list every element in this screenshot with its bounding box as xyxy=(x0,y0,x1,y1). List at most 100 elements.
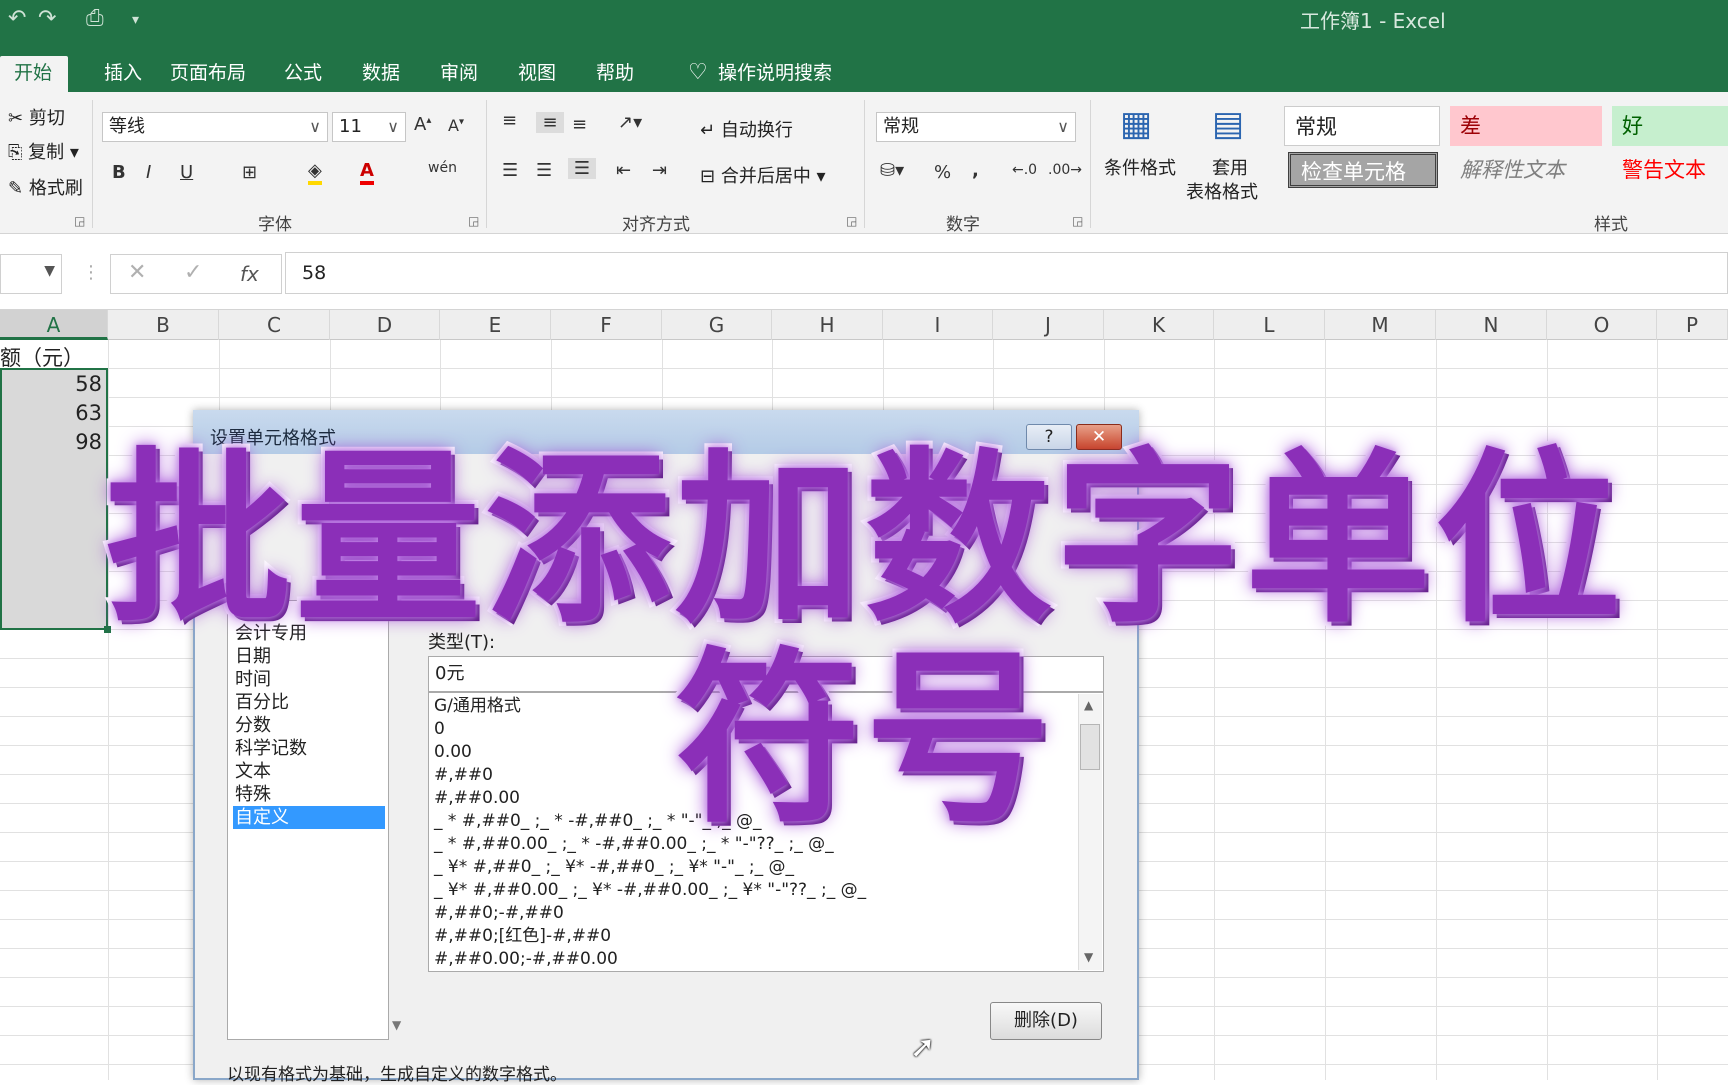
category-custom[interactable]: 自定义 xyxy=(233,806,385,829)
scroll-up-icon[interactable]: ▲ xyxy=(1084,698,1093,712)
category-fraction[interactable]: 分数 xyxy=(233,714,385,737)
table-format-line2[interactable]: 表格格式 xyxy=(1186,178,1258,204)
currency-icon[interactable]: ⛁▾ xyxy=(880,160,904,181)
bold-button[interactable]: B xyxy=(112,162,126,183)
align-center-icon[interactable]: ☰ xyxy=(536,160,552,181)
clipboard-launcher-icon[interactable]: ◲ xyxy=(74,214,85,228)
column-header-e[interactable]: E xyxy=(440,310,551,340)
scroll-down-icon[interactable]: ▼ xyxy=(1084,950,1093,964)
tab-insert[interactable]: 插入 xyxy=(90,56,156,92)
underline-button[interactable]: U xyxy=(180,162,193,183)
tell-me-search[interactable]: 操作说明搜索 xyxy=(704,56,846,92)
format-item[interactable]: #,##0;[红色]-#,##0 xyxy=(434,925,611,948)
style-bad[interactable]: 差 xyxy=(1450,106,1602,146)
style-explanatory[interactable]: 解释性文本 xyxy=(1450,150,1602,190)
column-header-g[interactable]: G xyxy=(662,310,772,340)
cancel-icon[interactable]: ✕ xyxy=(128,260,146,285)
column-header-i[interactable]: I xyxy=(883,310,993,340)
tab-page-layout[interactable]: 页面布局 xyxy=(156,56,260,92)
category-special[interactable]: 特殊 xyxy=(233,783,385,806)
style-normal[interactable]: 常规 xyxy=(1284,106,1440,146)
percent-icon[interactable]: % xyxy=(934,162,951,183)
tab-help[interactable]: 帮助 xyxy=(582,56,648,92)
cell-a3[interactable]: 63 xyxy=(0,401,102,425)
column-header-k[interactable]: K xyxy=(1104,310,1214,340)
tab-data[interactable]: 数据 xyxy=(348,56,414,92)
cell-a1[interactable]: 额（元） xyxy=(0,342,84,372)
border-icon[interactable]: ⊞ xyxy=(242,162,257,183)
tab-home[interactable]: 开始 xyxy=(0,56,68,92)
format-item[interactable]: 0 xyxy=(434,718,445,741)
column-header-n[interactable]: N xyxy=(1436,310,1547,340)
align-middle-icon[interactable]: ≡ xyxy=(536,112,564,133)
font-size-combo[interactable]: 11 ∨ xyxy=(332,112,406,142)
align-bottom-icon[interactable]: ≡ xyxy=(572,114,587,135)
table-format-line1[interactable]: 套用 xyxy=(1212,154,1248,180)
decrease-decimal-icon[interactable]: .00→ xyxy=(1048,162,1082,178)
category-text[interactable]: 文本 xyxy=(233,760,385,783)
format-item[interactable]: #,##0.00 xyxy=(434,787,520,810)
format-item[interactable]: G/通用格式 xyxy=(434,695,521,718)
wrap-text-button[interactable]: ↵ 自动换行 xyxy=(700,116,793,142)
format-item[interactable]: #,##0.00;-#,##0.00 xyxy=(434,948,618,971)
increase-indent-icon[interactable]: ⇥ xyxy=(652,160,667,181)
scrollbar-thumb[interactable] xyxy=(1080,724,1100,770)
alignment-launcher-icon[interactable]: ◲ xyxy=(846,214,857,228)
format-item[interactable]: #,##0 xyxy=(434,764,493,787)
italic-button[interactable]: I xyxy=(146,162,151,183)
phonetic-icon[interactable]: wén xyxy=(428,160,457,176)
number-format-combo[interactable]: 常规 ∨ xyxy=(876,112,1076,142)
format-item[interactable]: #,##0;-#,##0 xyxy=(434,902,564,925)
name-box[interactable]: ▼ xyxy=(0,254,62,294)
align-top-icon[interactable]: ≡ xyxy=(502,110,517,131)
category-scientific[interactable]: 科学记数 xyxy=(233,737,385,760)
undo-icon[interactable]: ↶ xyxy=(8,6,26,31)
number-launcher-icon[interactable]: ◲ xyxy=(1072,214,1083,228)
conditional-format-button[interactable]: 条件格式 xyxy=(1104,154,1176,180)
align-left-icon[interactable]: ☰ xyxy=(502,160,518,181)
align-right-icon[interactable]: ☰ xyxy=(568,158,596,179)
format-item[interactable]: 0.00 xyxy=(434,741,472,764)
column-header-m[interactable]: M xyxy=(1325,310,1436,340)
category-percentage[interactable]: 百分比 xyxy=(233,691,385,714)
copy-button[interactable]: ⎘ 复制 ▾ xyxy=(8,138,79,164)
cut-button[interactable]: ✂ 剪切 xyxy=(8,104,65,130)
merge-center-button[interactable]: ⊟ 合并后居中 ▾ xyxy=(700,162,826,188)
table-format-icon[interactable]: ▤ xyxy=(1212,104,1244,144)
increase-font-icon[interactable]: A▴ xyxy=(414,114,431,135)
decrease-indent-icon[interactable]: ⇤ xyxy=(616,160,631,181)
decrease-font-icon[interactable]: A▾ xyxy=(448,116,464,135)
category-date[interactable]: 日期 xyxy=(233,645,385,668)
cell-a2[interactable]: 58 xyxy=(0,372,102,396)
font-name-combo[interactable]: 等线 ∨ xyxy=(102,112,328,142)
print-preview-icon[interactable]: ⎙ xyxy=(86,6,104,31)
scroll-down-icon[interactable]: ▼ xyxy=(392,1018,401,1032)
column-header-p[interactable]: P xyxy=(1657,310,1728,340)
column-header-h[interactable]: H xyxy=(772,310,883,340)
column-header-o[interactable]: O xyxy=(1547,310,1657,340)
column-header-a[interactable]: A xyxy=(0,310,108,340)
font-color-icon[interactable]: A xyxy=(360,160,374,185)
orientation-icon[interactable]: ↗▾ xyxy=(618,112,642,133)
style-warning[interactable]: 警告文本 xyxy=(1612,150,1728,190)
format-item[interactable]: _ ¥* #,##0_ ;_ ¥* -#,##0_ ;_ ¥* "-"_ ;_ … xyxy=(434,856,794,879)
column-header-j[interactable]: J xyxy=(993,310,1104,340)
column-header-f[interactable]: F xyxy=(551,310,662,340)
redo-icon[interactable]: ↷ xyxy=(38,6,56,31)
delete-button[interactable]: 删除(D) xyxy=(990,1002,1102,1040)
column-header-l[interactable]: L xyxy=(1214,310,1325,340)
tab-formulas[interactable]: 公式 xyxy=(270,56,336,92)
column-header-b[interactable]: B xyxy=(108,310,219,340)
conditional-format-icon[interactable]: ▦ xyxy=(1120,104,1152,144)
style-good[interactable]: 好 xyxy=(1612,106,1728,146)
formula-input[interactable]: 58 xyxy=(285,252,1728,294)
font-launcher-icon[interactable]: ◲ xyxy=(468,214,479,228)
insert-function-icon[interactable]: fx xyxy=(240,262,259,286)
customize-qat-icon[interactable]: ▾ xyxy=(132,12,139,28)
style-check-cell[interactable]: 检查单元格 xyxy=(1288,152,1438,188)
tab-review[interactable]: 审阅 xyxy=(426,56,492,92)
category-time[interactable]: 时间 xyxy=(233,668,385,691)
fill-color-icon[interactable]: ◈ xyxy=(308,160,322,185)
comma-icon[interactable]: , xyxy=(972,160,979,181)
increase-decimal-icon[interactable]: ←.0 xyxy=(1012,162,1037,178)
